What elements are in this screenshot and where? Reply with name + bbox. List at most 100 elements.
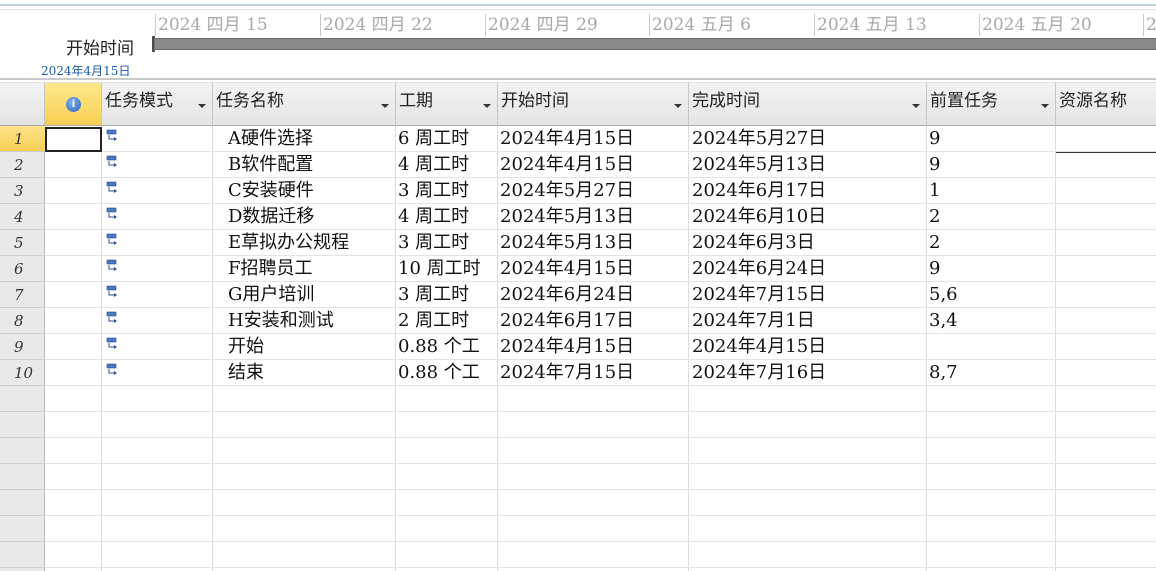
row-header[interactable]	[0, 386, 45, 412]
auto-schedule-icon[interactable]	[106, 337, 120, 351]
chevron-down-icon[interactable]	[483, 104, 491, 108]
finish-cell[interactable]: 2024年7月16日	[692, 360, 926, 386]
auto-schedule-icon[interactable]	[106, 181, 120, 195]
task-name-cell[interactable]: E草拟办公规程	[228, 230, 396, 256]
column-header-finish[interactable]: 完成时间	[689, 83, 927, 126]
row-divider	[45, 567, 1156, 568]
start-cell[interactable]: 2024年5月13日	[500, 204, 688, 230]
finish-cell[interactable]: 2024年6月24日	[692, 256, 926, 282]
row-header[interactable]	[0, 464, 45, 490]
column-header-task-name[interactable]: 任务名称	[213, 83, 396, 126]
task-name-cell[interactable]: 开始	[228, 334, 396, 360]
start-cell[interactable]: 2024年4月15日	[500, 126, 688, 152]
row-header[interactable]	[0, 516, 45, 542]
duration-cell[interactable]: 3 周工时	[398, 230, 497, 256]
duration-cell[interactable]: 4 周工时	[398, 204, 497, 230]
row-header[interactable]: 9	[0, 334, 45, 360]
auto-schedule-icon[interactable]	[106, 155, 120, 169]
select-all-corner[interactable]	[0, 83, 45, 126]
finish-cell[interactable]: 2024年6月17日	[692, 178, 926, 204]
row-header[interactable]	[0, 542, 45, 568]
duration-cell[interactable]: 0.88 个工	[398, 360, 497, 386]
finish-cell[interactable]: 2024年7月1日	[692, 308, 926, 334]
row-header-column[interactable]: 1 2 3 4 5 6 7 8 9 10	[0, 126, 45, 571]
row-header[interactable]: 4	[0, 204, 45, 230]
start-cell[interactable]: 2024年6月17日	[500, 308, 688, 334]
start-cell[interactable]: 2024年6月24日	[500, 282, 688, 308]
duration-cell[interactable]: 6 周工时	[398, 126, 497, 152]
active-cell-indicator[interactable]	[45, 127, 102, 152]
column-header-duration[interactable]: 工期	[396, 83, 498, 126]
row-header[interactable]	[0, 490, 45, 516]
column-header-predecessors[interactable]: 前置任务	[927, 83, 1056, 126]
task-name-cell[interactable]: H安装和测试	[228, 308, 396, 334]
duration-cell[interactable]: 2 周工时	[398, 308, 497, 334]
auto-schedule-icon[interactable]	[106, 259, 120, 273]
row-header[interactable]	[0, 438, 45, 464]
predecessors-cell[interactable]: 1	[929, 178, 1055, 204]
auto-schedule-icon[interactable]	[106, 285, 120, 299]
row-header[interactable]: 10	[0, 360, 45, 386]
auto-schedule-icon[interactable]	[106, 233, 120, 247]
chevron-down-icon[interactable]	[674, 104, 682, 108]
start-cell[interactable]: 2024年5月27日	[500, 178, 688, 204]
duration-cell[interactable]: 10 周工时	[398, 256, 497, 282]
start-cell[interactable]: 2024年7月15日	[500, 360, 688, 386]
timeline-divider[interactable]	[0, 78, 1156, 80]
predecessors-cell[interactable]: 9	[929, 152, 1055, 178]
duration-cell[interactable]: 4 周工时	[398, 152, 497, 178]
row-header[interactable]: 7	[0, 282, 45, 308]
task-name-cell[interactable]: D数据迁移	[228, 204, 396, 230]
start-cell[interactable]: 2024年4月15日	[500, 334, 688, 360]
chevron-down-icon[interactable]	[198, 104, 206, 108]
finish-cell[interactable]: 2024年5月13日	[692, 152, 926, 178]
timeline-bar[interactable]	[154, 38, 1156, 50]
auto-schedule-icon[interactable]	[106, 311, 120, 325]
start-cell[interactable]: 2024年5月13日	[500, 230, 688, 256]
start-cell[interactable]: 2024年4月15日	[500, 256, 688, 282]
finish-cell[interactable]: 2024年7月15日	[692, 282, 926, 308]
start-cell[interactable]: 2024年4月15日	[500, 152, 688, 178]
row-header[interactable]: 8	[0, 308, 45, 334]
predecessors-cell[interactable]	[929, 334, 1055, 360]
predecessors-cell[interactable]: 9	[929, 126, 1055, 152]
task-name-cell[interactable]: B软件配置	[228, 152, 396, 178]
column-header-indicators[interactable]: i	[45, 83, 102, 126]
row-header[interactable]: 3	[0, 178, 45, 204]
row-header[interactable]: 5	[0, 230, 45, 256]
task-sheet[interactable]: i 任务模式 任务名称 工期 开始时间 完成时间 前置任务 资源名称 12345…	[0, 83, 1156, 571]
duration-cell[interactable]: 3 周工时	[398, 178, 497, 204]
finish-cell[interactable]: 2024年5月27日	[692, 126, 926, 152]
task-name-cell[interactable]: 结束	[228, 360, 396, 386]
predecessors-cell[interactable]: 9	[929, 256, 1055, 282]
duration-cell[interactable]: 3 周工时	[398, 282, 497, 308]
task-name-cell[interactable]: F招聘员工	[228, 256, 396, 282]
chevron-down-icon[interactable]	[1041, 104, 1049, 108]
task-name-cell[interactable]: G用户培训	[228, 282, 396, 308]
column-header-start[interactable]: 开始时间	[498, 83, 689, 126]
chevron-down-icon[interactable]	[381, 104, 389, 108]
predecessors-cell[interactable]: 3,4	[929, 308, 1055, 334]
finish-cell[interactable]: 2024年4月15日	[692, 334, 926, 360]
finish-cell[interactable]: 2024年6月3日	[692, 230, 926, 256]
auto-schedule-icon[interactable]	[106, 129, 120, 143]
auto-schedule-icon[interactable]	[106, 207, 120, 221]
chevron-down-icon[interactable]	[912, 104, 920, 108]
column-header-label: 工期	[399, 91, 433, 111]
task-name-cell[interactable]: C安装硬件	[228, 178, 396, 204]
task-name-cell[interactable]: A硬件选择	[228, 126, 396, 152]
predecessors-cell[interactable]: 2	[929, 204, 1055, 230]
row-header[interactable]: 2	[0, 152, 45, 178]
row-header[interactable]	[0, 412, 45, 438]
column-header-task-mode[interactable]: 任务模式	[102, 83, 213, 126]
finish-cell[interactable]: 2024年6月10日	[692, 204, 926, 230]
row-header[interactable]: 1	[0, 126, 45, 152]
predecessors-cell[interactable]: 5,6	[929, 282, 1055, 308]
duration-cell[interactable]: 0.88 个工	[398, 334, 497, 360]
column-header-resource[interactable]: 资源名称	[1056, 83, 1156, 126]
auto-schedule-icon[interactable]	[106, 363, 120, 377]
predecessors-cell[interactable]: 2	[929, 230, 1055, 256]
predecessors-cell[interactable]: 8,7	[929, 360, 1055, 386]
timeline-start-label: 开始时间	[66, 39, 134, 59]
row-header[interactable]: 6	[0, 256, 45, 282]
